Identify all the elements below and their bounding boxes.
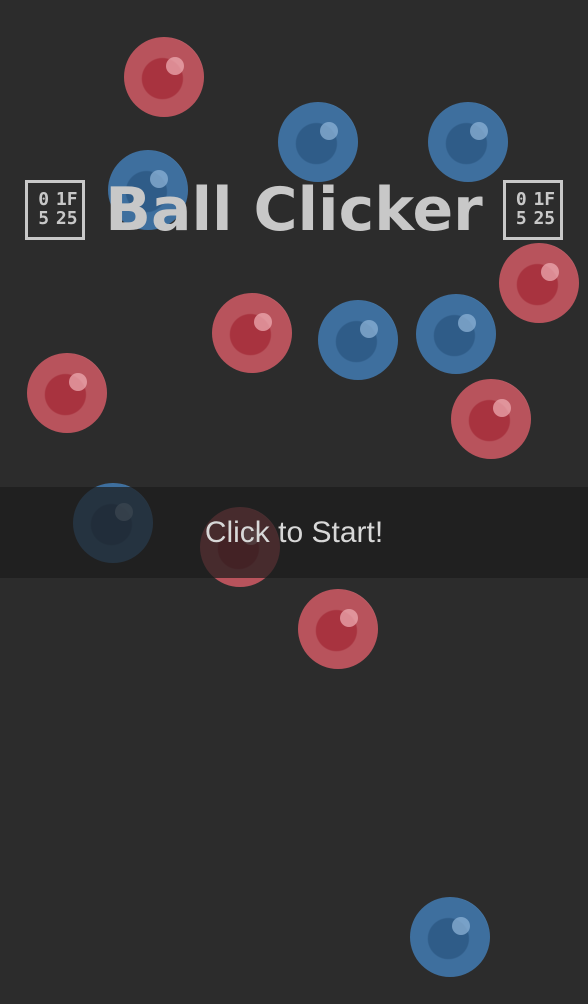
start-prompt-label: Click to Start! <box>204 515 384 549</box>
ball-highlight <box>452 917 470 935</box>
red-ball[interactable] <box>27 353 107 433</box>
ball-highlight <box>69 373 87 391</box>
start-button[interactable]: Click to Start! <box>0 487 588 578</box>
game-title: 0 1F 5 25 Ball Clicker 0 1F 5 25 <box>0 168 588 252</box>
blue-ball[interactable] <box>410 897 490 977</box>
title-text: Ball Clicker <box>105 175 483 245</box>
dart-emoji-icon: 0 1F 5 25 <box>502 180 563 240</box>
red-ball[interactable] <box>499 243 579 323</box>
ball-highlight <box>340 609 358 627</box>
ball-highlight <box>470 122 488 140</box>
ball-highlight <box>320 122 338 140</box>
emoji-codepoint-part: 5 <box>38 208 50 229</box>
dart-emoji-icon: 0 1F 5 25 <box>25 180 86 240</box>
blue-ball[interactable] <box>318 300 398 380</box>
emoji-codepoint-part: 25 <box>533 208 556 229</box>
ball-highlight <box>493 399 511 417</box>
ball-highlight <box>166 57 184 75</box>
ball-highlight <box>360 320 378 338</box>
red-ball[interactable] <box>298 589 378 669</box>
red-ball[interactable] <box>451 379 531 459</box>
emoji-codepoint-part: 25 <box>55 208 78 229</box>
red-ball[interactable] <box>124 37 204 117</box>
red-ball[interactable] <box>212 293 292 373</box>
ball-highlight <box>254 313 272 331</box>
emoji-codepoint-part: 5 <box>515 208 527 229</box>
blue-ball[interactable] <box>416 294 496 374</box>
game-stage[interactable]: 0 1F 5 25 Ball Clicker 0 1F 5 25 Click t… <box>0 0 588 1004</box>
ball-highlight <box>458 314 476 332</box>
ball-highlight <box>541 263 559 281</box>
